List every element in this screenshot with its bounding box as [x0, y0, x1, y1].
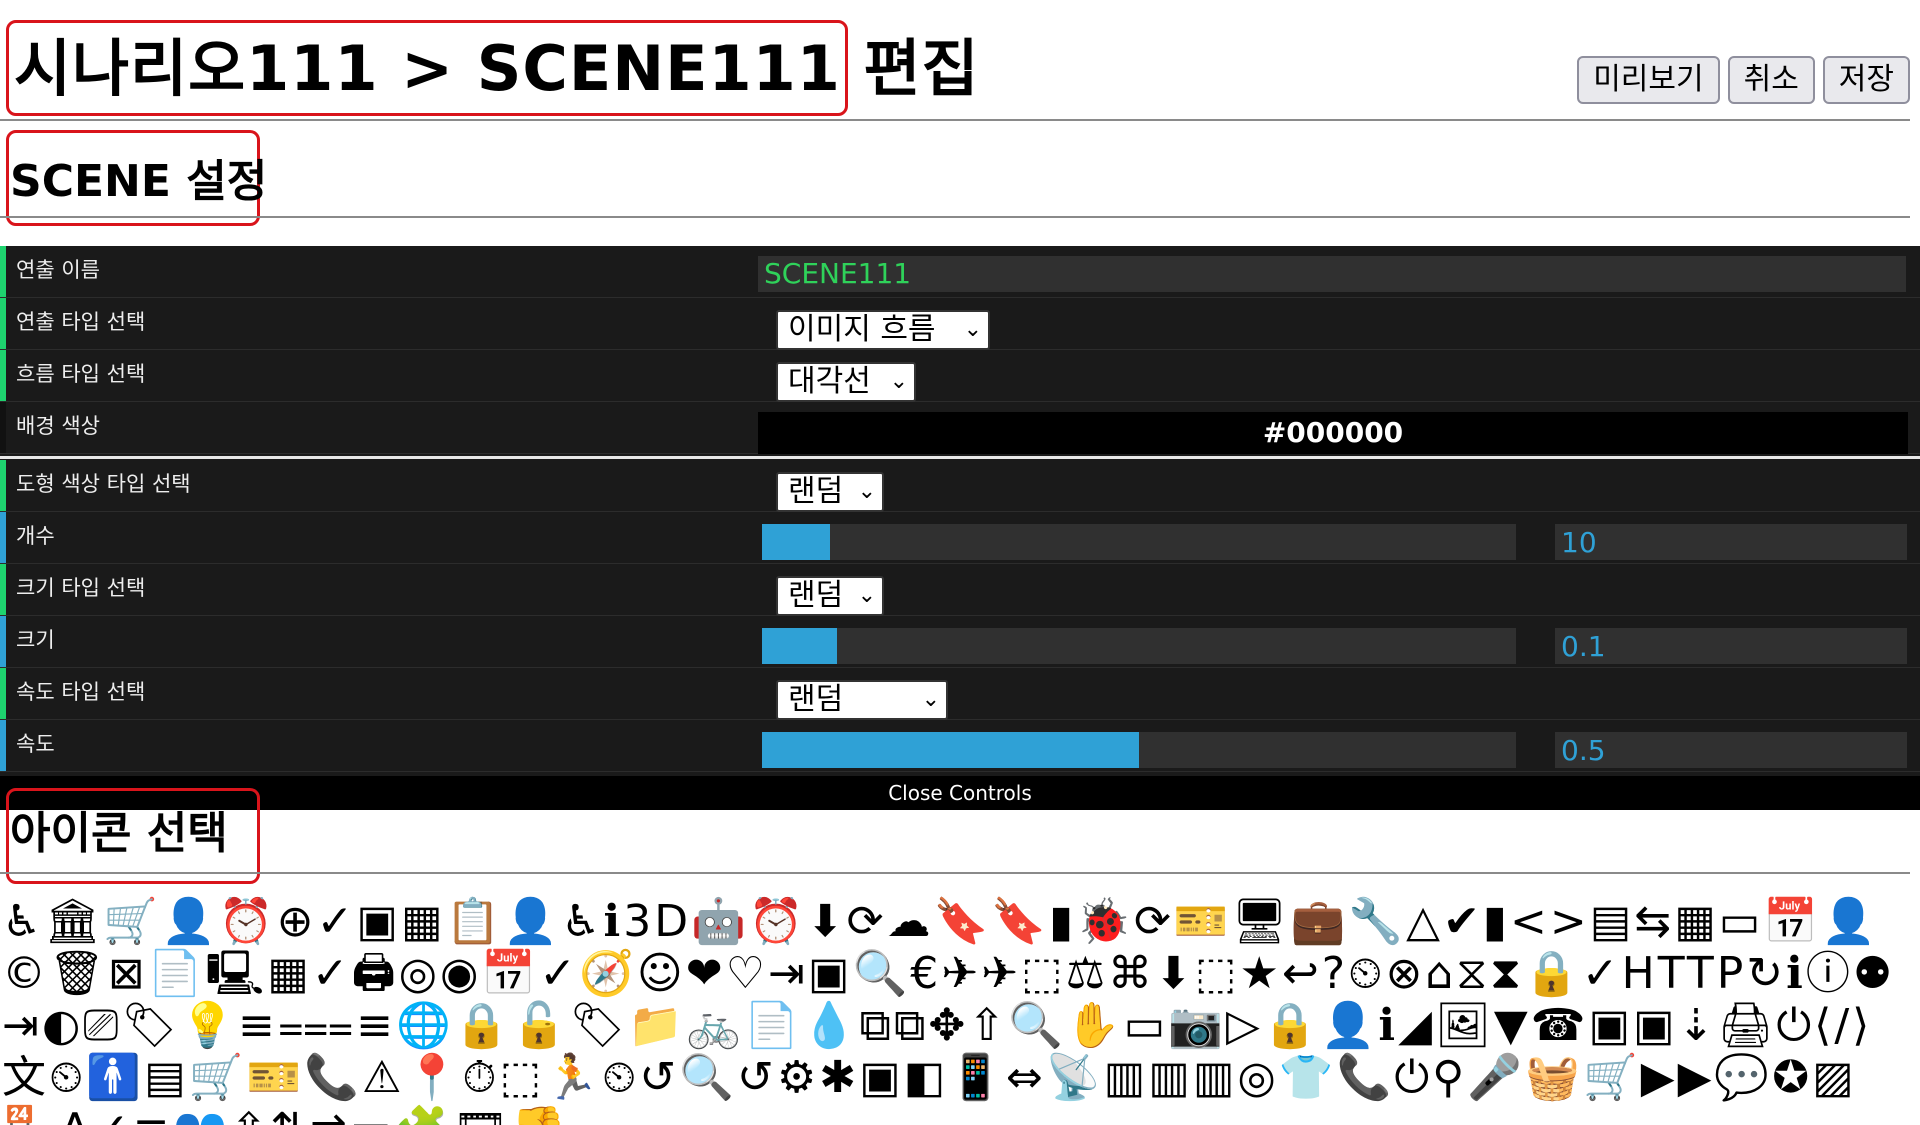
- control-label: 크기: [16, 628, 55, 652]
- control-row-speed-type: 속도 타입 선택 랜덤 ⌄: [0, 668, 1920, 720]
- row-indicator: [0, 720, 6, 771]
- control-label: 연출 이름: [16, 258, 100, 282]
- divider: [0, 216, 1910, 218]
- icon-picker-grid[interactable]: ♿🏛🛒👤⏰⊕✓▣▦📋👤♿ℹ3D🤖⏰⬇⟳☁🔖🔖▮🐞⟳🎫🖥💼🔧△✔▮<>▤⇆▦▭📅👤…: [2, 896, 1912, 1125]
- divider: [0, 119, 1910, 121]
- control-label: 배경 색상: [16, 414, 100, 438]
- chevron-down-icon: ⌄: [889, 369, 908, 394]
- divider: [0, 872, 1910, 874]
- row-indicator: [0, 668, 6, 719]
- control-row-count: 개수 10: [0, 512, 1920, 564]
- speed-slider[interactable]: [762, 732, 1516, 768]
- header-buttons: 미리보기 취소 저장: [1577, 56, 1910, 104]
- row-indicator: [0, 616, 6, 667]
- row-indicator: [0, 298, 6, 349]
- bg-color-picker[interactable]: #000000: [758, 412, 1908, 454]
- chevron-down-icon: ⌄: [857, 479, 876, 504]
- select-value: 이미지 흐름: [788, 312, 936, 347]
- scene-settings-heading: SCENE 설정: [10, 156, 268, 207]
- preview-button[interactable]: 미리보기: [1577, 56, 1720, 104]
- control-label: 연출 타입 선택: [16, 310, 146, 334]
- flow-type-select[interactable]: 대각선 ⌄: [776, 362, 916, 402]
- control-label: 도형 색상 타입 선택: [16, 472, 191, 496]
- control-row-size-type: 크기 타입 선택 랜덤 ⌄: [0, 564, 1920, 616]
- shape-color-type-select[interactable]: 랜덤 ⌄: [776, 472, 884, 512]
- control-row-effect-type: 연출 타입 선택 이미지 흐름 ⌄: [0, 298, 1920, 350]
- chevron-down-icon: ⌄: [857, 583, 876, 608]
- icon-select-heading: 아이콘 선택: [10, 808, 228, 859]
- row-indicator: [0, 246, 6, 297]
- count-slider[interactable]: [762, 524, 1516, 560]
- control-row-bg-color: 배경 색상 #000000: [0, 402, 1920, 454]
- select-value: 랜덤: [788, 682, 844, 717]
- chevron-down-icon: ⌄: [963, 317, 982, 342]
- control-row-speed: 속도 0.5: [0, 720, 1920, 772]
- slider-fill: [762, 628, 838, 664]
- control-row-name: 연출 이름 SCENE111: [0, 246, 1920, 298]
- effect-type-select[interactable]: 이미지 흐름 ⌄: [776, 310, 990, 350]
- select-value: 랜덤: [788, 578, 844, 613]
- control-label: 개수: [16, 524, 55, 548]
- control-row-size: 크기 0.1: [0, 616, 1920, 668]
- chevron-down-icon: ⌄: [921, 687, 940, 712]
- row-indicator: [0, 512, 6, 563]
- row-indicator: [0, 460, 6, 511]
- control-label: 크기 타입 선택: [16, 576, 146, 600]
- row-indicator: [0, 564, 6, 615]
- page-title: 시나리오111 > SCENE111 편집: [14, 32, 980, 105]
- select-value: 대각선: [788, 364, 871, 399]
- control-label: 속도: [16, 732, 55, 756]
- row-indicator: [0, 350, 6, 401]
- control-label: 속도 타입 선택: [16, 680, 146, 704]
- size-type-select[interactable]: 랜덤 ⌄: [776, 576, 884, 616]
- count-input[interactable]: 10: [1555, 524, 1907, 560]
- save-button[interactable]: 저장: [1822, 56, 1910, 104]
- control-row-flow-type: 흐름 타입 선택 대각선 ⌄: [0, 350, 1920, 402]
- scene-name-input[interactable]: SCENE111: [758, 256, 1906, 292]
- size-slider[interactable]: [762, 628, 1516, 664]
- slider-fill: [762, 524, 830, 560]
- select-value: 랜덤: [788, 474, 844, 509]
- controls-panel: 연출 이름 SCENE111 연출 타입 선택 이미지 흐름 ⌄ 흐름 타입 선…: [0, 246, 1920, 810]
- control-row-shape-color-type: 도형 색상 타입 선택 랜덤 ⌄: [0, 460, 1920, 512]
- divider: [0, 456, 1920, 459]
- slider-fill: [762, 732, 1139, 768]
- row-indicator: [0, 402, 6, 453]
- speed-input[interactable]: 0.5: [1555, 732, 1907, 768]
- cancel-button[interactable]: 취소: [1727, 56, 1815, 104]
- size-input[interactable]: 0.1: [1555, 628, 1907, 664]
- speed-type-select[interactable]: 랜덤 ⌄: [776, 680, 948, 720]
- close-controls-button[interactable]: Close Controls: [0, 776, 1920, 810]
- control-label: 흐름 타입 선택: [16, 362, 146, 386]
